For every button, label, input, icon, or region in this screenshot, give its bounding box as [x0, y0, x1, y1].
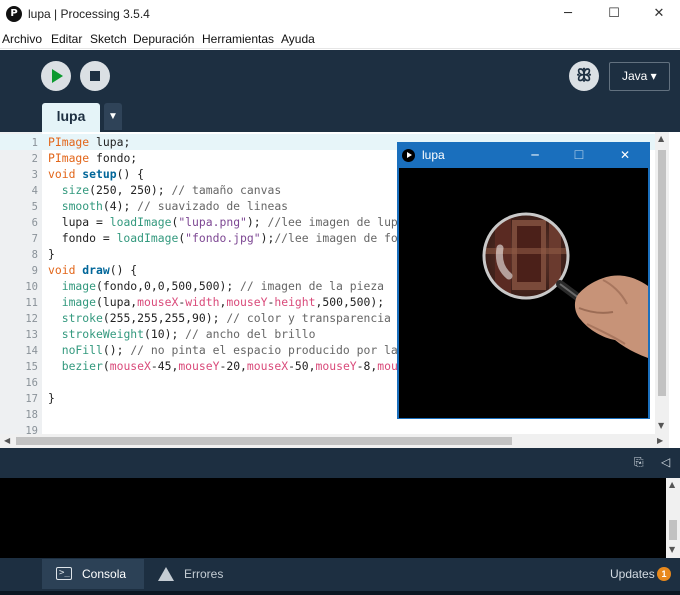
- console-output[interactable]: [0, 478, 666, 558]
- maximize-button[interactable]: ☐: [591, 0, 637, 29]
- line-number: 6: [31, 217, 38, 229]
- line-number: 19: [25, 425, 38, 434]
- sketch-canvas[interactable]: [399, 168, 648, 418]
- toolbar: ꕥ Java ▾ lupa ▼: [0, 50, 680, 132]
- editor-vertical-scrollbar[interactable]: ▲ ▼: [655, 132, 669, 434]
- tab-lupa[interactable]: lupa: [42, 103, 100, 132]
- line-number: 9: [31, 265, 38, 277]
- line-number: 1: [31, 137, 38, 149]
- line-number: 4: [31, 185, 38, 197]
- tab-menu-button[interactable]: ▼: [104, 103, 122, 130]
- sketch-close-button[interactable]: ✕: [609, 143, 641, 167]
- scrollbar-thumb[interactable]: [16, 437, 512, 445]
- stop-icon: [90, 71, 100, 81]
- terminal-icon: >_: [56, 567, 72, 580]
- copy-console-icon[interactable]: ⎘: [634, 455, 644, 470]
- sketch-window[interactable]: lupa ─ ☐ ✕: [397, 142, 650, 419]
- code-text[interactable]: image(fondo,0,0,500,500); // imagen de l…: [48, 278, 384, 294]
- line-number: 16: [25, 377, 38, 389]
- debugger-button[interactable]: ꕥ: [569, 61, 599, 91]
- sketch-title: lupa: [422, 148, 445, 162]
- code-text[interactable]: strokeWeight(10); // ancho del brillo: [48, 326, 316, 342]
- scroll-left-icon[interactable]: ◀: [4, 436, 10, 445]
- console-header: ⎘ ◁: [0, 448, 680, 478]
- sketch-titlebar[interactable]: lupa ─ ☐ ✕: [398, 143, 649, 167]
- butterfly-icon: ꕥ: [576, 66, 592, 86]
- line-number: 15: [25, 361, 38, 373]
- scroll-up-icon[interactable]: ▲: [669, 480, 675, 489]
- updates-link[interactable]: Updates: [610, 567, 655, 581]
- collapse-console-icon[interactable]: ◁: [661, 455, 670, 469]
- code-text[interactable]: PImage lupa;: [48, 134, 130, 150]
- sketch-minimize-button[interactable]: ─: [519, 143, 551, 167]
- processing-run-icon: [402, 149, 415, 162]
- tab-errores-label: Errores: [184, 567, 224, 581]
- stop-button[interactable]: [80, 61, 110, 91]
- line-number: 2: [31, 153, 38, 165]
- code-text[interactable]: lupa = loadImage("lupa.png"); //lee imag…: [48, 214, 405, 230]
- scrollbar-thumb[interactable]: [658, 150, 666, 396]
- menu-herramientas[interactable]: Herramientas: [202, 32, 274, 46]
- code-text[interactable]: }: [48, 246, 55, 262]
- line-number: 14: [25, 345, 38, 357]
- scroll-down-icon[interactable]: ▼: [669, 545, 675, 554]
- mode-selector[interactable]: Java ▾: [609, 62, 670, 91]
- processing-logo-icon: P: [6, 6, 22, 22]
- code-text[interactable]: fondo = loadImage("fondo.jpg");//lee ima…: [48, 230, 419, 246]
- line-number: 17: [25, 393, 38, 405]
- code-text[interactable]: }: [48, 390, 55, 406]
- menu-archivo[interactable]: Archivo: [2, 32, 42, 46]
- line-number: 10: [25, 281, 38, 293]
- scroll-up-icon[interactable]: ▲: [658, 134, 664, 143]
- menu-sketch[interactable]: Sketch: [90, 32, 127, 46]
- code-text[interactable]: void draw() {: [48, 262, 137, 278]
- sketch-maximize-button[interactable]: ☐: [563, 143, 595, 167]
- editor-horizontal-scrollbar[interactable]: ◀ ▶: [0, 434, 669, 448]
- code-text[interactable]: void setup() {: [48, 166, 144, 182]
- line-number: 11: [25, 297, 38, 309]
- menu-bar: Archivo Editar Sketch Depuración Herrami…: [0, 29, 680, 49]
- line-number: 7: [31, 233, 38, 245]
- line-number: 3: [31, 169, 38, 181]
- menu-ayuda[interactable]: Ayuda: [281, 32, 315, 46]
- code-text[interactable]: smooth(4); // suavizado de lineas: [48, 198, 288, 214]
- menu-depuracion[interactable]: Depuración: [133, 32, 194, 46]
- code-text[interactable]: stroke(255,255,255,90); // color y trans…: [48, 310, 391, 326]
- window-bottom-edge: [0, 591, 680, 595]
- scroll-down-icon[interactable]: ▼: [658, 421, 664, 430]
- code-text[interactable]: size(250, 250); // tamaño canvas: [48, 182, 281, 198]
- updates-count-badge[interactable]: 1: [657, 567, 671, 581]
- scroll-right-icon[interactable]: ▶: [657, 436, 663, 445]
- magnifier-render: [482, 212, 648, 358]
- tab-consola[interactable]: >_ Consola: [42, 559, 144, 589]
- code-text[interactable]: PImage fondo;: [48, 150, 137, 166]
- line-number: 5: [31, 201, 38, 213]
- line-number: 13: [25, 329, 38, 341]
- run-button[interactable]: [41, 61, 71, 91]
- code-text[interactable]: image(lupa,mouseX-width,mouseY-height,50…: [48, 294, 384, 310]
- window-title: lupa | Processing 3.5.4: [28, 7, 150, 21]
- close-button[interactable]: ✕: [636, 0, 680, 29]
- tab-consola-label: Consola: [82, 567, 127, 581]
- console-scrollbar[interactable]: ▲ ▼: [666, 478, 680, 558]
- window-titlebar: P lupa | Processing 3.5.4 ─ ☐ ✕: [0, 0, 680, 29]
- minimize-button[interactable]: ─: [545, 0, 591, 29]
- hand-shape: [574, 275, 648, 358]
- code-text[interactable]: bezier(mouseX-45,mouseY-20,mouseX-50,mou…: [48, 358, 426, 374]
- line-number: 8: [31, 249, 38, 261]
- menu-editar[interactable]: Editar: [51, 32, 82, 46]
- line-number: 18: [25, 409, 38, 421]
- code-text[interactable]: noFill(); // no pinta el espacio produci…: [48, 342, 398, 358]
- line-number: 12: [25, 313, 38, 325]
- warning-icon: [158, 567, 174, 581]
- tab-errores[interactable]: Errores: [144, 559, 244, 589]
- code-line[interactable]: 19: [0, 422, 655, 434]
- play-icon: [52, 69, 63, 83]
- scrollbar-thumb[interactable]: [669, 520, 677, 540]
- status-bar: >_ Consola Errores Updates 1: [0, 558, 680, 591]
